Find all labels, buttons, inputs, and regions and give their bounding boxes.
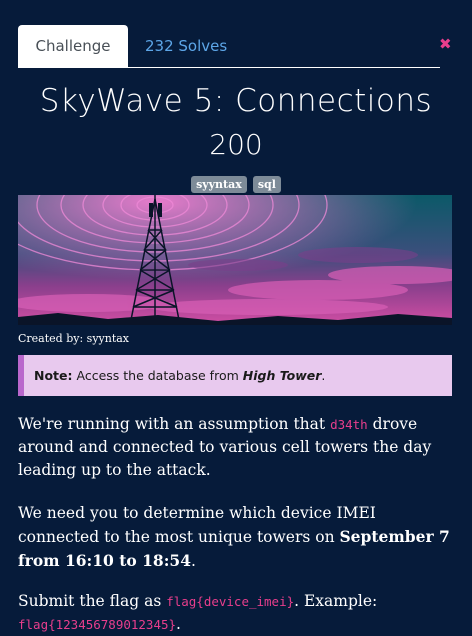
note-text: Access the database from xyxy=(76,368,243,383)
note-text-end: . xyxy=(321,368,326,383)
challenge-title: SkyWave 5: Connections xyxy=(39,83,433,119)
description-paragraph-3: Submit the flag as flag{device_imei}. Ex… xyxy=(18,592,378,633)
tag-syyntax[interactable]: syyntax xyxy=(191,176,247,193)
author-credit: Created by: syyntax xyxy=(18,332,130,345)
tab-bar: Challenge 232 Solves xyxy=(18,25,440,68)
flag-format-code: flag{device_imei} xyxy=(166,594,295,609)
description-paragraph-2: We need you to determine which device IM… xyxy=(18,504,450,570)
tab-challenge[interactable]: Challenge xyxy=(18,25,128,67)
tab-solves[interactable]: 232 Solves xyxy=(145,37,227,55)
note-emphasis: High Tower xyxy=(242,368,322,383)
challenge-banner-image xyxy=(18,195,452,325)
tag-sql[interactable]: sql xyxy=(252,176,281,193)
inline-code: d34th xyxy=(330,417,368,432)
note-label: Note: xyxy=(34,368,73,383)
challenge-value: 200 xyxy=(209,128,263,161)
flag-example-code: flag{123456789012345} xyxy=(18,617,177,632)
description-paragraph-1: We're running with an assumption that d3… xyxy=(18,415,432,479)
close-icon[interactable]: ✖ xyxy=(439,35,452,53)
tag-list: syyntax sql xyxy=(0,176,472,193)
note-callout: Note: Access the database from High Towe… xyxy=(18,355,452,396)
